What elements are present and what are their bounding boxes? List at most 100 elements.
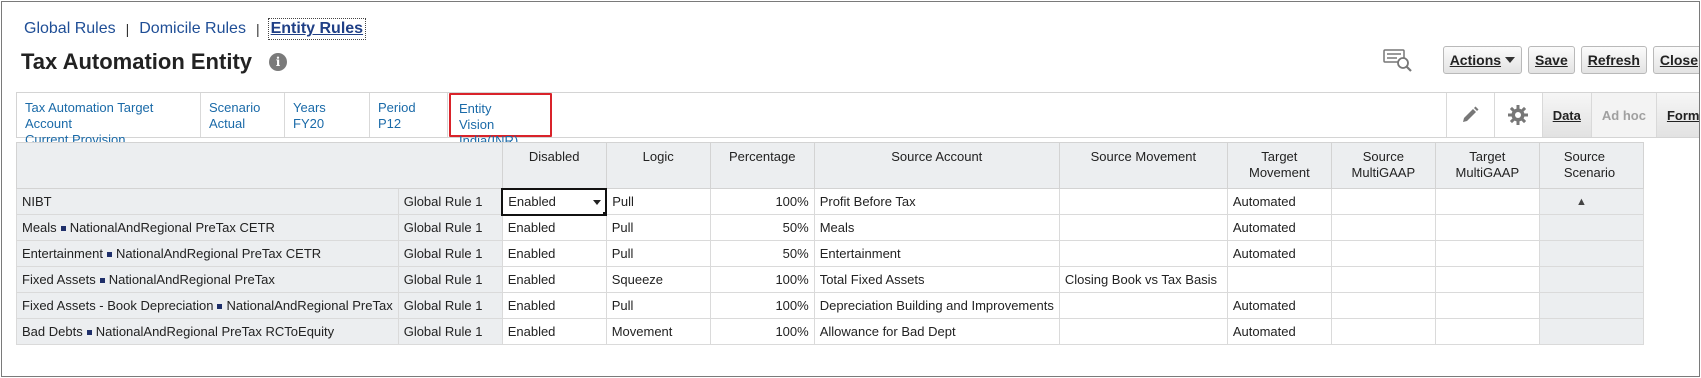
dropdown-arrow-icon[interactable] <box>593 199 602 205</box>
row-rule[interactable]: Global Rule 1 <box>397 188 503 215</box>
source-multigaap-cell[interactable] <box>1330 188 1436 215</box>
percentage-cell[interactable]: 100% <box>709 266 815 293</box>
logic-cell[interactable]: Pull <box>605 214 711 241</box>
pov-period[interactable]: Period P12 <box>370 93 448 137</box>
target-multigaap-cell[interactable] <box>1434 266 1540 293</box>
row-account[interactable]: Fixed Assets - Book Depreciation National… <box>16 292 399 319</box>
percentage-cell[interactable]: 100% <box>709 318 815 345</box>
source-account-cell[interactable]: Entertainment <box>813 240 1060 267</box>
logic-cell[interactable]: Movement <box>605 318 711 345</box>
column-header[interactable]: Source Scenario <box>1538 142 1644 189</box>
info-icon[interactable]: i <box>269 53 287 71</box>
column-header[interactable]: Disabled <box>501 142 607 189</box>
scrollbar-track[interactable] <box>1538 318 1644 345</box>
column-header[interactable]: Target MultiGAAP <box>1434 142 1540 189</box>
column-header[interactable]: Target Movement <box>1226 142 1332 189</box>
target-multigaap-cell[interactable] <box>1434 188 1540 215</box>
tab-data[interactable]: Data <box>1541 93 1591 137</box>
source-multigaap-cell[interactable] <box>1330 266 1436 293</box>
disabled-cell[interactable]: Enabled <box>501 240 607 267</box>
row-rule[interactable]: Global Rule 1 <box>397 214 503 241</box>
column-header[interactable]: Source Account <box>813 142 1060 189</box>
target-multigaap-cell[interactable] <box>1434 318 1540 345</box>
tab-adhoc-label: Ad hoc <box>1601 107 1646 123</box>
tab-format-label: Format <box>1666 107 1700 123</box>
source-account-cell[interactable]: Meals <box>813 214 1060 241</box>
source-movement-cell[interactable] <box>1058 292 1228 319</box>
column-header[interactable]: Source Movement <box>1058 142 1228 189</box>
column-header[interactable]: Percentage <box>709 142 815 189</box>
fill-handle[interactable] <box>603 211 605 213</box>
row-account[interactable]: NIBT <box>16 188 399 215</box>
row-rule[interactable]: Global Rule 1 <box>397 292 503 319</box>
source-multigaap-cell[interactable] <box>1330 292 1436 319</box>
actions-button[interactable]: Actions <box>1442 46 1523 74</box>
source-account-cell[interactable]: Profit Before Tax <box>813 188 1060 215</box>
target-movement-cell[interactable]: Automated <box>1226 292 1332 319</box>
source-multigaap-cell[interactable] <box>1330 240 1436 267</box>
source-movement-cell[interactable] <box>1058 318 1228 345</box>
edit-pencil-icon[interactable] <box>1445 93 1494 137</box>
logic-cell[interactable]: Pull <box>605 188 711 215</box>
breadcrumb-entity-rules[interactable]: Entity Rules <box>267 18 367 40</box>
disabled-cell[interactable]: Enabled <box>501 292 607 319</box>
scrollbar-track[interactable] <box>1538 240 1644 267</box>
percentage-cell[interactable]: 50% <box>709 240 815 267</box>
logic-cell[interactable]: Pull <box>605 292 711 319</box>
target-movement-cell[interactable] <box>1226 266 1332 293</box>
tab-adhoc[interactable]: Ad hoc <box>1590 93 1656 137</box>
account-name: Bad Debts <box>22 324 83 339</box>
disabled-select[interactable]: Enabled <box>501 187 608 216</box>
target-movement-cell[interactable]: Automated <box>1226 188 1332 215</box>
scrollbar-track[interactable] <box>1538 266 1644 293</box>
tab-format[interactable]: Format <box>1655 93 1700 137</box>
save-button[interactable]: Save <box>1528 46 1575 74</box>
source-account-cell[interactable]: Depreciation Building and Improvements <box>813 292 1060 319</box>
source-account-cell[interactable]: Total Fixed Assets <box>813 266 1060 293</box>
disabled-cell[interactable]: Enabled <box>501 318 607 345</box>
percentage-cell[interactable]: 100% <box>709 292 815 319</box>
row-account[interactable]: Entertainment NationalAndRegional PreTax … <box>16 240 399 267</box>
scroll-up-icon[interactable]: ▲ <box>1540 190 1642 214</box>
percentage-cell[interactable]: 100% <box>709 188 815 215</box>
row-account[interactable]: Fixed Assets NationalAndRegional PreTax <box>16 266 399 293</box>
row-rule[interactable]: Global Rule 1 <box>397 266 503 293</box>
row-account[interactable]: Meals NationalAndRegional PreTax CETR <box>16 214 399 241</box>
source-account-cell[interactable]: Allowance for Bad Dept <box>813 318 1060 345</box>
source-movement-cell[interactable] <box>1058 214 1228 241</box>
disabled-cell[interactable]: Enabled <box>501 214 607 241</box>
target-movement-cell[interactable]: Automated <box>1226 240 1332 267</box>
target-movement-cell[interactable]: Automated <box>1226 214 1332 241</box>
pov-scenario[interactable]: Scenario Actual <box>201 93 285 137</box>
refresh-button[interactable]: Refresh <box>1580 46 1647 74</box>
search-query-icon[interactable] <box>1382 47 1413 73</box>
row-rule[interactable]: Global Rule 1 <box>397 318 503 345</box>
source-multigaap-cell[interactable] <box>1330 318 1436 345</box>
pov-target-account[interactable]: Tax Automation Target Account Current Pr… <box>17 93 201 147</box>
source-movement-cell[interactable] <box>1058 188 1228 215</box>
row-account[interactable]: Bad Debts NationalAndRegional PreTax RCTo… <box>16 318 399 345</box>
column-header[interactable]: Logic <box>605 142 711 189</box>
pov-entity[interactable]: Entity Vision India(INR) <box>449 93 552 148</box>
close-button[interactable]: Close <box>1652 46 1699 74</box>
gear-icon[interactable] <box>1493 93 1542 137</box>
target-movement-cell[interactable]: Automated <box>1226 318 1332 345</box>
percentage-cell[interactable]: 50% <box>709 214 815 241</box>
breadcrumb-domicile-rules[interactable]: Domicile Rules <box>139 20 246 38</box>
target-multigaap-cell[interactable] <box>1434 240 1540 267</box>
disabled-cell[interactable]: Enabled <box>501 266 607 293</box>
source-movement-cell[interactable]: Closing Book vs Tax Basis <box>1058 266 1228 293</box>
vertical-scrollbar[interactable]: ▲ <box>1538 188 1644 215</box>
scrollbar-track[interactable] <box>1538 292 1644 319</box>
target-multigaap-cell[interactable] <box>1434 292 1540 319</box>
row-rule[interactable]: Global Rule 1 <box>397 240 503 267</box>
logic-cell[interactable]: Squeeze <box>605 266 711 293</box>
target-multigaap-cell[interactable] <box>1434 214 1540 241</box>
logic-cell[interactable]: Pull <box>605 240 711 267</box>
column-header[interactable]: Source MultiGAAP <box>1330 142 1436 189</box>
scrollbar-track[interactable] <box>1538 214 1644 241</box>
source-multigaap-cell[interactable] <box>1330 214 1436 241</box>
source-movement-cell[interactable] <box>1058 240 1228 267</box>
pov-years[interactable]: Years FY20 <box>285 93 370 137</box>
breadcrumb-global-rules[interactable]: Global Rules <box>24 20 116 38</box>
